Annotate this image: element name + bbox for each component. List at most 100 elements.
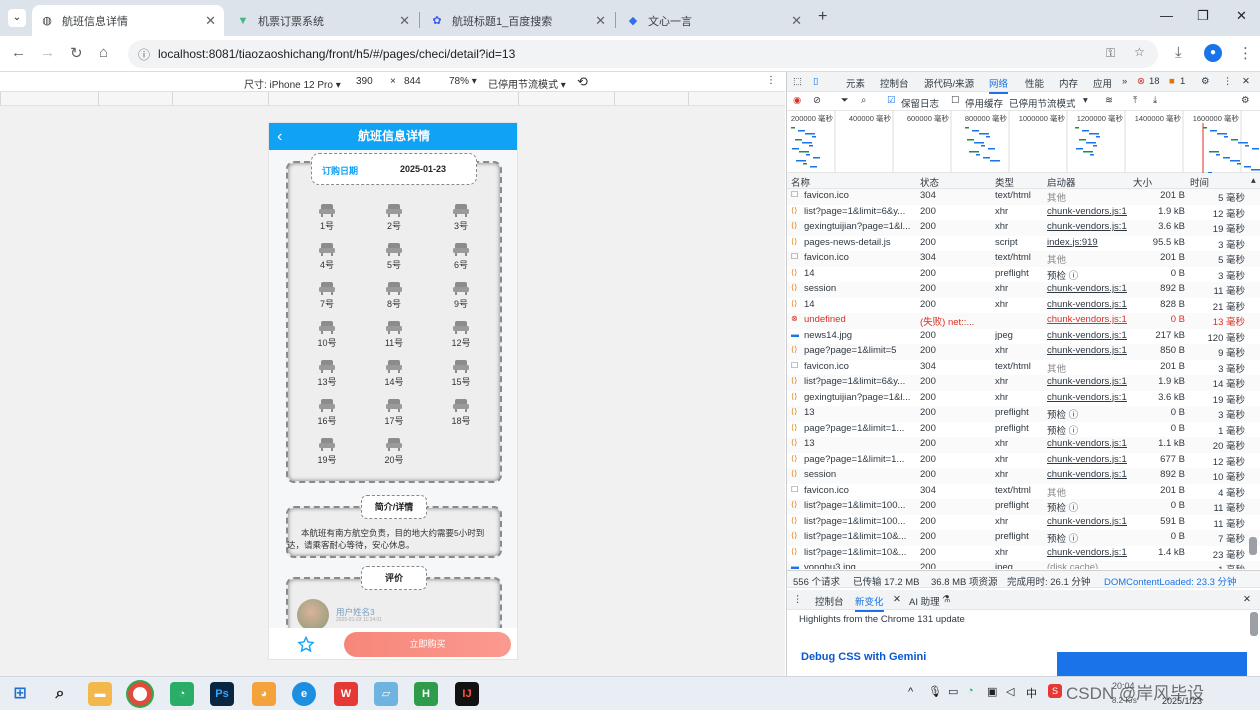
col-size[interactable]: 大小 xyxy=(1133,175,1152,189)
dropdown-caret-icon[interactable]: ▾ xyxy=(1083,95,1088,106)
network-throttle-select[interactable]: 已停用节流模式 xyxy=(1009,96,1076,110)
notes-app-icon[interactable]: ▱ xyxy=(374,682,398,706)
forward-arrow-icon[interactable]: → xyxy=(40,44,55,61)
request-row[interactable]: ☐ favicon.ico 304 text/html 其他 201 B 5 毫秒 xyxy=(787,251,1260,267)
whats-new-link[interactable]: Debug CSS with Gemini xyxy=(801,651,926,663)
request-row[interactable]: ⟨⟩ gexingtuijian?page=1&l... 200 xhr chunk-v… xyxy=(787,390,1260,406)
request-row[interactable]: ⟨⟩ list?page=1&limit=6&y... 200 xhr chunk-ve… xyxy=(787,204,1260,220)
address-bar[interactable]: ⓘ localhost:8081/tiaozaoshichang/front/h… xyxy=(128,40,1158,68)
request-row[interactable]: ☐ favicon.ico 304 text/html 其他 201 B 4 毫秒 xyxy=(787,483,1260,499)
devtools-tab-elements[interactable]: 元素 xyxy=(846,76,865,90)
table-scrollbar-thumb[interactable] xyxy=(1249,537,1257,555)
back-arrow-icon[interactable]: ← xyxy=(11,44,26,61)
request-row[interactable]: ☐ favicon.ico 304 text/html 其他 201 B 3 毫秒 xyxy=(787,359,1260,375)
device-select[interactable]: 尺寸: iPhone 12 Pro ▾ xyxy=(244,76,341,91)
wechat-icon[interactable]: ◔ xyxy=(170,682,194,706)
seat-17[interactable]: 17号 xyxy=(374,398,414,427)
wps-icon[interactable]: W xyxy=(334,682,358,706)
browser-menu-icon[interactable]: ⋮ xyxy=(1238,44,1253,62)
request-row[interactable]: ⟨⟩ page?page=1&limit=1... 200 preflight 预检 ⓘ… xyxy=(787,421,1260,437)
col-initiator[interactable]: 启动器 xyxy=(1047,175,1076,189)
network-settings-icon[interactable]: ⚙ xyxy=(1241,95,1250,106)
device-toggle-icon[interactable]: ▯ xyxy=(813,76,818,87)
throttle-select[interactable]: 已停用节流模式 ▾ xyxy=(488,76,566,91)
close-tab-icon[interactable]: ✕ xyxy=(595,13,606,29)
seat-12[interactable]: 12号 xyxy=(441,320,481,349)
tab-flight-detail[interactable]: ◍ 航班信息详情 ✕ xyxy=(32,5,224,36)
request-row[interactable]: ▬ yonghu3.jpg 200 jpeg (disk cache) 1 毫秒 xyxy=(787,561,1260,569)
photoshop-icon[interactable]: Ps xyxy=(210,682,234,706)
request-row[interactable]: ⟨⟩ 13 200 preflight 预检 ⓘ 0 B 3 毫秒 xyxy=(787,406,1260,422)
restore-icon[interactable]: ❐ xyxy=(1197,8,1209,24)
back-chevron-icon[interactable]: ‹ xyxy=(277,123,282,150)
window-close-icon[interactable]: ✕ xyxy=(1236,8,1247,24)
clock-date[interactable]: 2025/1/23 xyxy=(1162,696,1202,706)
drawer-menu-icon[interactable]: ⋮ xyxy=(793,594,803,605)
clear-icon[interactable]: ⊘ xyxy=(813,95,821,106)
request-row[interactable]: ⟨⟩ list?page=1&limit=10&... 200 xhr chunk-ve… xyxy=(787,545,1260,561)
seat-8[interactable]: 8号 xyxy=(374,281,414,310)
seat-10[interactable]: 10号 xyxy=(307,320,347,349)
color-app-icon[interactable]: ◕ xyxy=(252,682,276,706)
seat-16[interactable]: 16号 xyxy=(307,398,347,427)
seat-1[interactable]: 1号 xyxy=(307,203,347,232)
edge-icon[interactable]: e xyxy=(292,682,316,706)
seat-19[interactable]: 19号 xyxy=(307,437,347,466)
profile-avatar-icon[interactable]: ● xyxy=(1204,44,1222,62)
file-explorer-icon[interactable]: ▬ xyxy=(88,682,112,706)
close-icon[interactable]: ✕ xyxy=(893,594,901,605)
hbuilder-icon[interactable]: H xyxy=(414,682,438,706)
record-icon[interactable]: ◉ xyxy=(793,95,801,106)
settings-gear-icon[interactable]: ⚙ xyxy=(1201,76,1210,87)
col-time[interactable]: 时间 xyxy=(1190,175,1209,189)
windows-start-icon[interactable]: ⊞ xyxy=(8,682,32,706)
chrome-icon[interactable] xyxy=(128,682,152,706)
seat-15[interactable]: 15号 xyxy=(441,359,481,388)
reload-icon[interactable]: ↻ xyxy=(70,44,83,62)
seat-4[interactable]: 4号 xyxy=(307,242,347,271)
home-icon[interactable]: ⌂ xyxy=(99,44,108,61)
close-tab-icon[interactable]: ✕ xyxy=(399,13,410,29)
col-type[interactable]: 类型 xyxy=(995,175,1014,189)
bookmark-star-icon[interactable]: ☆ xyxy=(1134,45,1145,59)
request-row[interactable]: ⟨⟩ list?page=1&limit=100... 200 xhr chunk-ve… xyxy=(787,514,1260,530)
device-options-icon[interactable]: ⋮ xyxy=(766,75,776,86)
zoom-select[interactable]: 78% ▾ xyxy=(449,76,477,87)
request-row[interactable]: ⟨⟩ page?page=1&limit=5 200 xhr chunk-vendors… xyxy=(787,344,1260,360)
request-row[interactable]: ⟨⟩ session 200 xhr chunk-vendors.js:14 892 B 1… xyxy=(787,468,1260,484)
devtools-tab-console[interactable]: 控制台 xyxy=(880,76,909,90)
site-info-icon[interactable]: ⓘ xyxy=(138,46,150,63)
request-row[interactable]: ⟨⟩ 14 200 preflight 预检 ⓘ 0 B 3 毫秒 xyxy=(787,266,1260,282)
search-icon[interactable]: ⌕ xyxy=(48,682,72,706)
seat-7[interactable]: 7号 xyxy=(307,281,347,310)
warning-icon[interactable]: ■ xyxy=(1169,76,1175,87)
drawer-close-icon[interactable]: ✕ xyxy=(1243,594,1251,605)
drawer-tab-whats-new[interactable]: 新变化 xyxy=(855,594,884,612)
close-tab-icon[interactable]: ✕ xyxy=(791,13,802,29)
seat-11[interactable]: 11号 xyxy=(374,320,414,349)
devtools-tab-application[interactable]: 应用 xyxy=(1093,76,1112,90)
request-row[interactable]: ⟨⟩ gexingtuijian?page=1&l... 200 xhr chunk-v… xyxy=(787,220,1260,236)
seat-20[interactable]: 20号 xyxy=(374,437,414,466)
seat-6[interactable]: 6号 xyxy=(441,242,481,271)
request-row[interactable]: ▬ news14.jpg 200 jpeg chunk-vendors.js:14 217… xyxy=(787,328,1260,344)
seat-5[interactable]: 5号 xyxy=(374,242,414,271)
seat-13[interactable]: 13号 xyxy=(307,359,347,388)
drawer-scrollbar-thumb[interactable] xyxy=(1250,612,1258,636)
device-height-input[interactable]: 844 xyxy=(404,76,421,87)
request-row[interactable]: ⟨⟩ list?page=1&limit=100... 200 preflight 预检… xyxy=(787,499,1260,515)
request-row[interactable]: ☐ favicon.ico 304 text/html 其他 201 B 5 毫秒 xyxy=(787,189,1260,205)
tab-baidu-search[interactable]: ✿ 航班标题1_百度搜索 ✕ xyxy=(422,5,614,36)
import-har-icon[interactable]: ⤒ xyxy=(1133,95,1137,106)
overview-timeline[interactable]: 200000 毫秒 400000 毫秒 600000 毫秒 800000 毫秒 1000… xyxy=(787,111,1260,174)
device-width-input[interactable]: 390 xyxy=(356,76,373,87)
intellij-icon[interactable]: IJ xyxy=(455,682,479,706)
tab-wenxin[interactable]: ◆ 文心一言 ✕ xyxy=(618,5,810,36)
seat-2[interactable]: 2号 xyxy=(374,203,414,232)
export-har-icon[interactable]: ⤓ xyxy=(1153,95,1157,106)
request-row[interactable]: ⟨⟩ list?page=1&limit=10&... 200 preflight 预检… xyxy=(787,530,1260,546)
more-tabs-icon[interactable]: » xyxy=(1122,76,1127,87)
rotate-icon[interactable]: ⟲ xyxy=(577,74,588,90)
drawer-tab-console[interactable]: 控制台 xyxy=(815,594,844,608)
preserve-log-checkbox[interactable]: ☑ xyxy=(887,95,896,106)
